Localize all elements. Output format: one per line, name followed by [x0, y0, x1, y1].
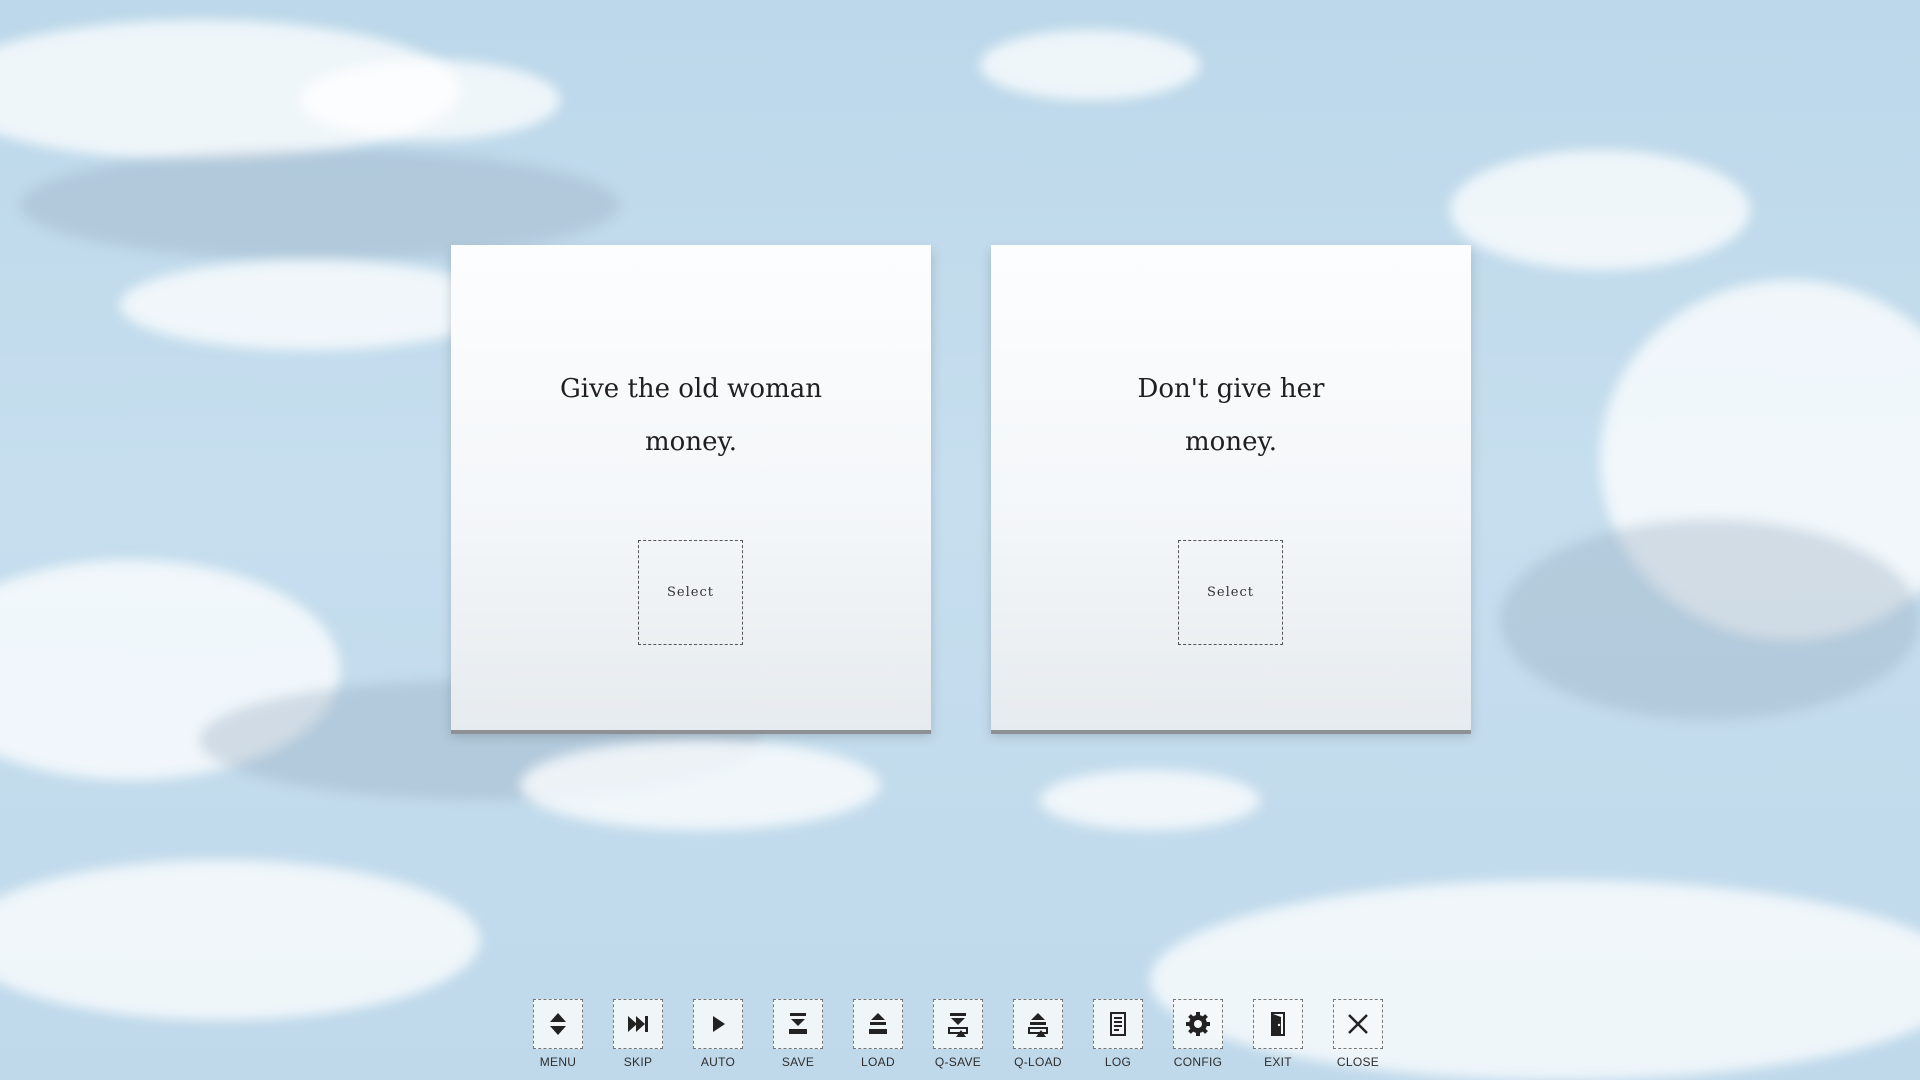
choice-text-line: Don't give her [1137, 374, 1325, 404]
choice-text: Don't give her money. [1031, 363, 1431, 469]
save-button[interactable]: SAVE [773, 999, 823, 1071]
cloud [300, 60, 560, 140]
close-button[interactable]: CLOSE [1333, 999, 1383, 1071]
choice-card-1: Give the old woman money. Select [451, 245, 931, 730]
choice-card-2: Don't give her money. Select [991, 245, 1471, 730]
cloud [0, 860, 480, 1020]
load-icon [853, 999, 903, 1049]
play-icon [693, 999, 743, 1049]
menu-button[interactable]: MENU [533, 999, 583, 1071]
skip-button[interactable]: SKIP [613, 999, 663, 1071]
cloud [1040, 770, 1260, 830]
cloud [980, 30, 1200, 100]
tool-label: LOAD [861, 1055, 895, 1069]
cloud [120, 260, 500, 350]
tool-label: AUTO [700, 1055, 736, 1069]
quick-save-icon [933, 999, 983, 1049]
select-button[interactable]: Select [638, 540, 743, 645]
tool-label: SAVE [781, 1055, 815, 1069]
select-button[interactable]: Select [1178, 540, 1283, 645]
tool-label: MENU [539, 1055, 577, 1069]
exit-door-icon [1253, 999, 1303, 1049]
tool-label: LOG [1104, 1055, 1132, 1069]
choice-text-line: money. [1185, 427, 1277, 457]
cloud [20, 150, 620, 260]
tool-label: Q-LOAD [1014, 1055, 1062, 1069]
cloud [1450, 150, 1750, 270]
sky-background [0, 0, 1920, 1080]
quick-load-icon [1013, 999, 1063, 1049]
game-toolbar: MENU SKIP AUTO SAVE LOAD Q-SAVE Q-LOAD L… [533, 999, 1383, 1071]
choice-text: Give the old woman money. [491, 363, 891, 469]
choice-text-line: Give the old woman [560, 374, 822, 404]
auto-button[interactable]: AUTO [693, 999, 743, 1071]
choice-text-line: money. [645, 427, 737, 457]
skip-icon [613, 999, 663, 1049]
cloud [520, 740, 880, 830]
save-icon [773, 999, 823, 1049]
quick-save-button[interactable]: Q-SAVE [933, 999, 983, 1071]
config-button[interactable]: CONFIG [1173, 999, 1223, 1071]
exit-button[interactable]: EXIT [1253, 999, 1303, 1071]
menu-updown-icon [533, 999, 583, 1049]
tool-label: Q-SAVE [934, 1055, 982, 1069]
cloud [1500, 520, 1920, 720]
log-button[interactable]: LOG [1093, 999, 1143, 1071]
tool-label: CONFIG [1173, 1055, 1223, 1069]
gear-icon [1173, 999, 1223, 1049]
close-icon [1333, 999, 1383, 1049]
load-button[interactable]: LOAD [853, 999, 903, 1071]
quick-load-button[interactable]: Q-LOAD [1013, 999, 1063, 1071]
log-icon [1093, 999, 1143, 1049]
tool-label: EXIT [1264, 1055, 1292, 1069]
tool-label: CLOSE [1336, 1055, 1380, 1069]
tool-label: SKIP [623, 1055, 653, 1069]
